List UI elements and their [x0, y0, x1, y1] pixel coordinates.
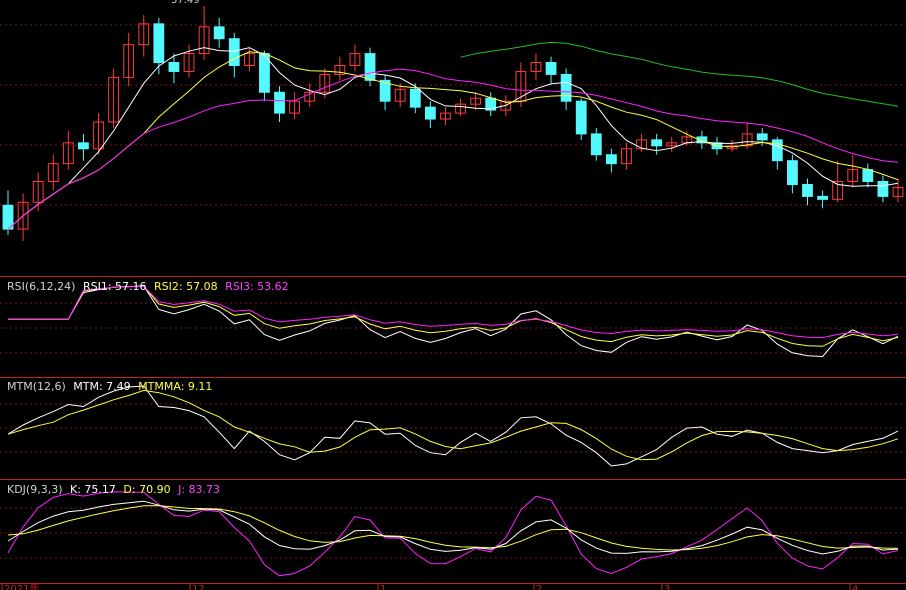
kdj-d-value: D: 70.90: [123, 483, 171, 496]
kdj-j-value: J: 83.73: [178, 483, 221, 496]
candle-body: [575, 100, 587, 135]
candle-body: [877, 181, 889, 197]
candle-body: [409, 88, 421, 108]
candle-body: [424, 106, 436, 120]
mtmma-value: MTMMA: 9.11: [138, 380, 213, 393]
candle-body: [756, 133, 768, 141]
candle-body: [78, 142, 89, 150]
chart-background: [0, 0, 906, 590]
x-tick-label: 1: [380, 584, 386, 590]
candle-body: [590, 133, 602, 156]
candle-body: [787, 160, 798, 185]
kdj-name: KDJ(9,3,3): [7, 483, 63, 496]
mtm-value: MTM: 7.49: [73, 380, 131, 393]
candle-body: [228, 38, 240, 66]
mtm-name: MTM(12,6): [7, 380, 66, 393]
rsi3-value: RSI3: 53.62: [225, 280, 289, 293]
candle-body: [153, 23, 165, 64]
candle-body: [802, 183, 813, 197]
candle-body: [651, 139, 663, 147]
candle-body: [168, 62, 180, 72]
candle-body: [213, 26, 225, 40]
x-tick-label: 2021年: [4, 582, 39, 590]
stock-chart: 2021年 12 1 2 3 4 57.49: [0, 0, 906, 590]
candle-body: [274, 91, 285, 114]
candle-body: [862, 169, 874, 183]
rsi-name: RSI(6,12,24): [7, 280, 76, 293]
candle-body: [560, 73, 572, 102]
kdj-legend: KDJ(9,3,3) K: 75.17 D: 70.90 J: 83.73: [7, 483, 224, 496]
rsi2-value: RSI2: 57.08: [154, 280, 218, 293]
x-tick-label: 4: [852, 584, 858, 590]
candle-body: [817, 195, 828, 200]
x-tick-label: 12: [192, 584, 205, 590]
mtm-legend: MTM(12,6) MTM: 7.49 MTMMA: 9.11: [7, 380, 216, 393]
x-tick-label: 3: [664, 584, 670, 590]
rsi-legend: RSI(6,12,24) RSI1: 57.16 RSI2: 57.08 RSI…: [7, 280, 293, 293]
peak-price-label: 57.49: [171, 0, 200, 6]
rsi1-value: RSI1: 57.16: [82, 280, 147, 293]
candle-body: [364, 53, 376, 81]
candle-body: [545, 62, 557, 75]
kdj-k-value: K: 75.17: [70, 483, 116, 496]
candle-body: [605, 154, 617, 165]
x-tick-label: 2: [536, 584, 542, 590]
